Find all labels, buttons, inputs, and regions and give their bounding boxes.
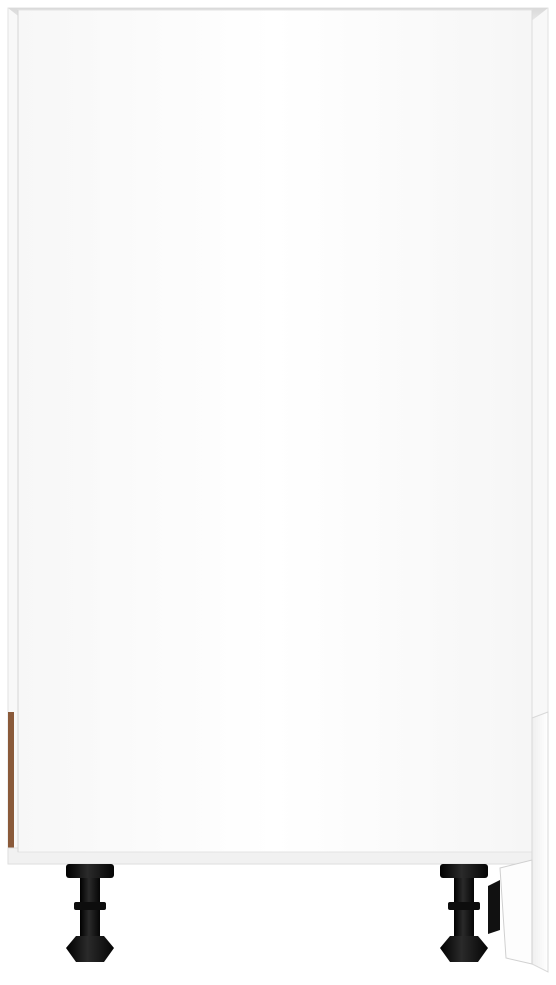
product-image (0, 0, 556, 985)
foot-left (66, 864, 114, 962)
cabinet-door (17, 9, 533, 853)
cabinet-illustration (7, 7, 549, 973)
adjustable-leg-icon (66, 864, 114, 962)
back-panel-edge (8, 712, 14, 852)
adjustable-leg-icon (440, 864, 500, 962)
foot-right (440, 864, 500, 962)
